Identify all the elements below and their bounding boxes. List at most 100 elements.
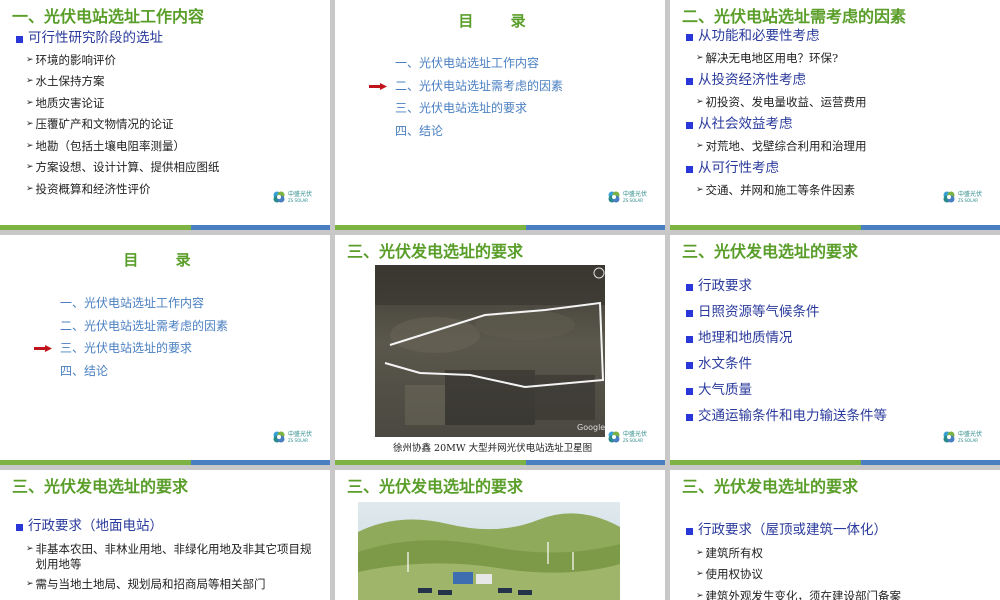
toc-list: 一、光伏电站选址工作内容 二、光伏电站选址需考虑的因素 三、光伏电站选址的要求 …: [369, 52, 563, 143]
slide-title: 目 录: [458, 12, 542, 30]
arrow-bullet-icon: ➢: [26, 76, 34, 87]
slide-9[interactable]: 三、光伏发电选址的要求 行政要求（屋顶或建筑一体化） ➢ 建筑所有权 ➢ 使用权协议…: [670, 470, 1000, 600]
company-logo: 中盛光伏 ZS SOLAR: [942, 188, 986, 208]
slide-3[interactable]: 二、光伏电站选址需考虑的因素 从功能和必要性考虑 ➢ 解决无电地区用电？环保? 从…: [670, 0, 1000, 230]
logo-icon: [608, 431, 620, 443]
footer-bar: [670, 225, 1000, 230]
arrow-bullet-icon: ➢: [696, 184, 704, 195]
toc-item[interactable]: 三、光伏电站选址的要求: [395, 97, 563, 120]
solar-plant-render-image: [358, 502, 620, 600]
red-arrow-icon: [34, 345, 52, 352]
bullet-heading: 从功能和必要性考虑: [684, 28, 867, 46]
sub-item: ➢ 使用权协议: [696, 567, 764, 582]
slide-title: 三、光伏发电选址的要求: [682, 477, 859, 496]
toc-item[interactable]: 一、光伏电站选址工作内容: [395, 52, 563, 75]
sub-item: ➢ 水土保持方案: [26, 74, 105, 89]
square-bullet-icon: [686, 122, 693, 130]
logo-icon: [943, 191, 955, 203]
slide-title: 三、光伏发电选址的要求: [347, 242, 524, 261]
sub-item: ➢ 地勘（包括土壤电阻率测量）: [26, 138, 186, 153]
square-bullet-icon: [686, 78, 693, 86]
sub-item: ➢ 建筑所有权: [696, 545, 764, 560]
arrow-bullet-icon: ➢: [696, 52, 704, 63]
bullet-item: 水文条件: [684, 356, 887, 382]
sub-item: ➢ 解决无电地区用电？环保?: [696, 50, 839, 65]
toc-item[interactable]: 二、光伏电站选址需考虑的因素: [60, 315, 228, 338]
sub-item: ➢ 地质灾害论证: [26, 95, 105, 110]
content-list: 可行性研究阶段的选址 ➢ 环境的影响评价 ➢ 水土保持方案 ➢ 地质灾害论证 ➢ 压覆矿…: [14, 30, 220, 197]
slide-4[interactable]: 目 录 一、光伏电站选址工作内容 二、光伏电站选址需考虑的因素 三、光伏电站选址…: [0, 235, 330, 465]
slide-1[interactable]: 一、光伏电站选址工作内容 可行性研究阶段的选址 ➢ 环境的影响评价 ➢ 水土保持方案…: [0, 0, 330, 230]
arrow-bullet-icon: ➢: [26, 543, 34, 554]
footer-bar: [670, 460, 1000, 465]
toc-item-current[interactable]: 三、光伏电站选址的要求: [34, 337, 228, 360]
content-list: 行政要求 日照资源等气候条件 地理和地质情况 水文条件 大气质量 交通运输条件和…: [684, 278, 887, 434]
arrow-bullet-icon: ➢: [26, 119, 34, 130]
square-bullet-icon: [686, 414, 693, 421]
sub-item: ➢ 压覆矿产和文物情况的论证: [26, 117, 174, 132]
square-bullet-icon: [686, 388, 693, 395]
sub-item: ➢ 初投资、发电量收益、运营费用: [696, 94, 867, 109]
content-list: 行政要求（地面电站） ➢ 非基本农田、非林业用地、非绿化用地及非其它项目规划用地等…: [14, 518, 314, 592]
arrow-bullet-icon: ➢: [696, 547, 704, 558]
slide-title: 目 录: [123, 251, 207, 269]
slide-8[interactable]: 三、光伏发电选址的要求: [335, 470, 665, 600]
slide-5[interactable]: 三、光伏发电选址的要求 Google 徐州协鑫 20MW 大型并网光伏电站选址卫…: [335, 235, 665, 465]
content-list: 行政要求（屋顶或建筑一体化） ➢ 建筑所有权 ➢ 使用权协议 ➢ 建筑外观发生变化，须…: [684, 522, 901, 600]
bullet-heading: 从社会效益考虑: [684, 116, 867, 134]
sub-item: ➢ 建筑外观发生变化，须在建设部门备案: [696, 589, 901, 600]
bullet-item: 交通运输条件和电力输送条件等: [684, 408, 887, 434]
bullet-item: 日照资源等气候条件: [684, 304, 887, 330]
bullet-item: 行政要求: [684, 278, 887, 304]
arrow-bullet-icon: ➢: [696, 590, 704, 600]
slide-7[interactable]: 三、光伏发电选址的要求 行政要求（地面电站） ➢ 非基本农田、非林业用地、非绿化用…: [0, 470, 330, 600]
toc-item[interactable]: 一、光伏电站选址工作内容: [60, 292, 228, 315]
square-bullet-icon: [686, 34, 693, 41]
arrow-bullet-icon: ➢: [696, 569, 704, 580]
square-bullet-icon: [686, 166, 693, 174]
slide-title: 一、光伏电站选址工作内容: [12, 7, 205, 26]
bullet-heading: 从投资经济性考虑: [684, 72, 867, 90]
slide-title: 三、光伏发电选址的要求: [682, 242, 859, 261]
logo-icon: [273, 431, 285, 443]
square-bullet-icon: [686, 310, 693, 317]
slide-title: 三、光伏发电选址的要求: [347, 477, 524, 496]
footer-bar: [0, 460, 330, 465]
square-bullet-icon: [16, 524, 23, 531]
slide-6[interactable]: 三、光伏发电选址的要求 行政要求 日照资源等气候条件 地理和地质情况 水文条件 …: [670, 235, 1000, 465]
square-bullet-icon: [16, 36, 23, 43]
bullet-item: 地理和地质情况: [684, 330, 887, 356]
toc-item[interactable]: 四、结论: [395, 120, 563, 143]
footer-bar: [0, 225, 330, 230]
square-bullet-icon: [686, 528, 693, 535]
image-caption: 徐州协鑫 20MW 大型并网光伏电站选址卫星图: [393, 443, 593, 454]
sub-item: ➢ 交通、并网和施工等条件因素: [696, 182, 856, 197]
arrow-bullet-icon: ➢: [26, 54, 34, 65]
sub-item: ➢ 非基本农田、非林业用地、非绿化用地及非其它项目规划用地等: [26, 541, 312, 572]
bullet-heading: 行政要求（屋顶或建筑一体化）: [684, 522, 901, 540]
toc-item-current[interactable]: 二、光伏电站选址需考虑的因素: [369, 75, 563, 98]
logo-icon: [943, 431, 955, 443]
toc-item[interactable]: 四、结论: [60, 360, 228, 383]
bullet-heading: 行政要求（地面电站）: [14, 518, 314, 536]
red-arrow-icon: [369, 82, 387, 90]
arrow-bullet-icon: ➢: [26, 162, 34, 173]
map-watermark: Google: [577, 423, 605, 432]
sub-item: ➢ 需与当地土地局、规划局和招商局等相关部门: [26, 576, 266, 591]
arrow-bullet-icon: ➢: [696, 96, 704, 107]
bullet-item: 大气质量: [684, 382, 887, 408]
sub-item: ➢ 对荒地、戈壁综合利用和治理用: [696, 138, 867, 153]
company-logo: 中盛光伏 ZS SOLAR: [272, 428, 316, 448]
sub-item: ➢ 环境的影响评价: [26, 52, 117, 67]
company-logo: 中盛光伏 ZS SOLAR: [607, 428, 651, 448]
square-bullet-icon: [686, 336, 693, 343]
logo-icon: [273, 191, 285, 203]
arrow-bullet-icon: ➢: [696, 140, 704, 151]
bullet-heading: 可行性研究阶段的选址: [14, 30, 220, 48]
company-logo: 中盛光伏 ZS SOLAR: [272, 188, 316, 208]
logo-icon: [608, 191, 620, 203]
arrow-bullet-icon: ➢: [26, 578, 34, 589]
slide-title: 二、光伏电站选址需考虑的因素: [682, 7, 907, 26]
bullet-heading: 从可行性考虑: [684, 160, 867, 178]
slide-2[interactable]: 目 录 一、光伏电站选址工作内容 二、光伏电站选址需考虑的因素 三、光伏电站选址…: [335, 0, 665, 230]
